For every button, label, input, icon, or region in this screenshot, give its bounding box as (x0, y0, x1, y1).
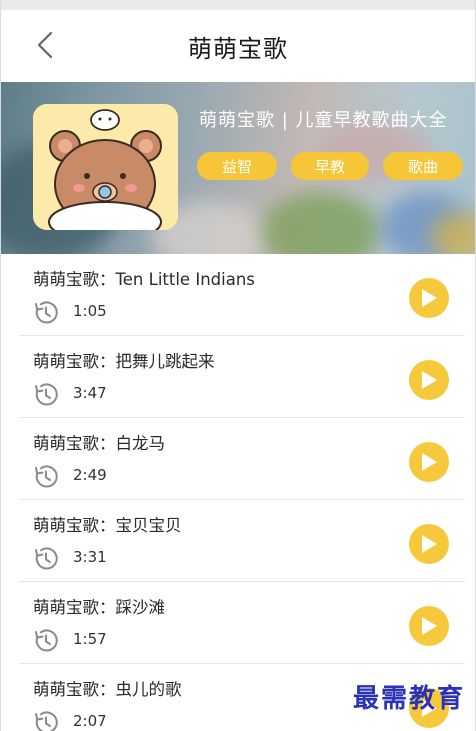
song-duration: 3:31 (73, 548, 107, 566)
song-title: 萌萌宝歌：虫儿的歌 (33, 680, 182, 699)
song-duration: 3:47 (73, 384, 107, 402)
play-icon (422, 535, 437, 553)
tag-chip[interactable]: 早教 (291, 152, 369, 180)
tag-chip[interactable]: 益智 (197, 152, 277, 180)
play-button[interactable] (409, 524, 449, 564)
watermark-logo: 最需教育 (352, 684, 465, 714)
play-icon (422, 371, 437, 389)
song-row[interactable]: 萌萌宝歌：Ten Little Indians 1:05 (19, 254, 465, 336)
bear-illustration (33, 104, 178, 230)
page-title: 萌萌宝歌 (188, 34, 288, 63)
album-cover-image (33, 104, 178, 230)
tag-chip[interactable]: 歌曲 (383, 152, 463, 180)
clock-icon (35, 711, 58, 731)
song-title: 萌萌宝歌：白龙马 (33, 434, 165, 453)
app-screen: 萌萌宝歌 萌萌宝歌 | 儿童早教歌曲大全 益智 早教 歌曲 萌萌宝歌：Ten L… (0, 0, 476, 731)
song-list: 萌萌宝歌：Ten Little Indians 1:05 萌萌宝歌：把舞儿跳起来… (1, 254, 475, 731)
play-icon (422, 453, 437, 471)
song-duration: 2:49 (73, 466, 107, 484)
play-button[interactable] (409, 278, 449, 318)
song-duration: 1:57 (73, 630, 107, 648)
clock-icon (35, 301, 58, 324)
play-button[interactable] (409, 442, 449, 482)
song-title: 萌萌宝歌：把舞儿跳起来 (33, 352, 215, 371)
header: 萌萌宝歌 (1, 10, 475, 82)
song-row[interactable]: 萌萌宝歌：把舞儿跳起来 3:47 (19, 336, 465, 418)
song-title: 萌萌宝歌：Ten Little Indians (33, 270, 255, 289)
album-banner: 萌萌宝歌 | 儿童早教歌曲大全 益智 早教 歌曲 (1, 82, 475, 254)
song-duration: 1:05 (73, 302, 107, 320)
song-row[interactable]: 萌萌宝歌：踩沙滩 1:57 (19, 582, 465, 664)
song-row[interactable]: 萌萌宝歌：宝贝宝贝 3:31 (19, 500, 465, 582)
song-duration: 2:07 (73, 712, 107, 730)
play-button[interactable] (409, 360, 449, 400)
play-icon (422, 289, 437, 307)
status-bar-strip (1, 0, 475, 10)
clock-icon (35, 547, 58, 570)
play-button[interactable] (409, 606, 449, 646)
clock-icon (35, 383, 58, 406)
clock-icon (35, 629, 58, 652)
song-title: 萌萌宝歌：宝贝宝贝 (33, 516, 182, 535)
song-title: 萌萌宝歌：踩沙滩 (33, 598, 165, 617)
play-icon (422, 617, 437, 635)
tag-list: 益智 早教 歌曲 (197, 152, 463, 180)
album-description: 萌萌宝歌 | 儿童早教歌曲大全 (199, 110, 448, 131)
clock-icon (35, 465, 58, 488)
back-arrow-icon[interactable] (31, 30, 61, 60)
song-row[interactable]: 萌萌宝歌：白龙马 2:49 (19, 418, 465, 500)
